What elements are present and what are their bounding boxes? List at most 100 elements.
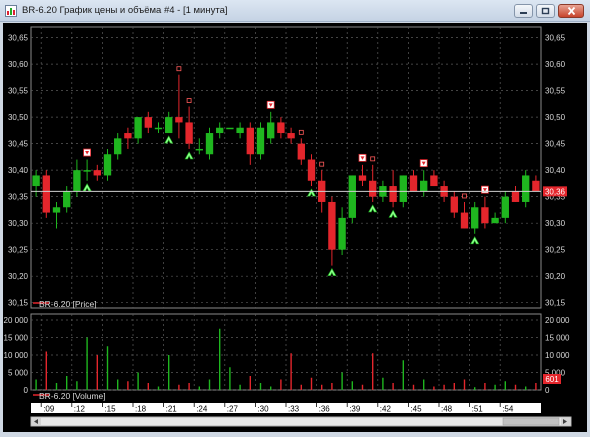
price-tick-right: 30,45	[545, 140, 566, 149]
time-tick-label: :33	[288, 405, 300, 414]
candle-body	[328, 201, 336, 250]
chart-canvas[interactable]: 30,15 30,20 30,25 30,30 30,35 30,40 30,45 30,50…	[3, 23, 587, 432]
candle-body	[511, 191, 520, 202]
candle-body	[144, 117, 152, 128]
price-pane: 30,15 30,20 30,25 30,30 30,35 30,40 30,45 30,50…	[8, 26, 567, 309]
price-legend-label: BR-6.20 [Price]	[39, 299, 97, 309]
time-tick-label: :51	[472, 405, 484, 414]
candle-body	[420, 180, 428, 192]
candle-body	[532, 180, 540, 192]
price-tick-left: 30,30	[8, 219, 29, 228]
volume-tick-left: 10 000	[4, 351, 29, 360]
candle-body	[399, 175, 407, 202]
minimize-icon	[520, 12, 527, 14]
maximize-icon	[541, 7, 550, 15]
price-axis-right: 30,1530,2030,2530,3030,3530,4030,4530,50…	[545, 34, 566, 308]
candle-body	[338, 217, 346, 250]
candle-body	[287, 133, 295, 139]
price-tick-right: 30,25	[545, 246, 566, 255]
candle-body	[32, 175, 40, 187]
candle-body	[216, 127, 224, 134]
candle-body	[358, 175, 367, 181]
candle-body	[501, 196, 509, 218]
price-tick-right: 30,60	[545, 60, 566, 69]
price-tick-left: 30,40	[8, 166, 29, 175]
candle-body	[93, 170, 101, 176]
candle-body	[103, 154, 112, 176]
time-tick-label: :27	[227, 405, 239, 414]
horizontal-scrollbar[interactable]	[30, 416, 572, 427]
volume-legend-label: BR-6.20 [Volume]	[39, 391, 106, 401]
price-tick-left: 30,35	[8, 193, 29, 202]
time-tick-label: :12	[74, 405, 86, 414]
candle-body	[491, 217, 499, 224]
time-tick-label: :30	[257, 405, 269, 414]
chart-app-icon	[5, 5, 17, 17]
candle-body	[389, 186, 397, 202]
time-tick-label: :21	[166, 405, 178, 414]
candle-body	[165, 117, 173, 134]
title-bar[interactable]: BR-6.20 График цены и объёма #4 - [1 мин…	[0, 0, 590, 22]
price-tick-left: 30,45	[8, 140, 29, 149]
price-tick-left: 30,15	[8, 299, 29, 308]
candle-body	[256, 127, 265, 155]
volume-last-label: 601	[545, 375, 559, 384]
time-tick-label: :48	[441, 405, 453, 414]
price-tick-left: 30,60	[8, 60, 29, 69]
window-title: BR-6.20 График цены и объёма #4 - [1 мин…	[22, 5, 228, 16]
price-tick-right: 30,40	[545, 166, 566, 175]
candle-body	[226, 127, 234, 130]
candle-body	[409, 175, 418, 192]
time-axis: :09:12:15:18:21:24:27:30:33:36:39:42:45:…	[31, 403, 541, 414]
price-tick-left: 30,65	[8, 34, 29, 43]
time-tick-label: :54	[502, 405, 514, 414]
volume-axis-left: 20 000 15 000 10 000 5 000 0	[4, 316, 29, 395]
volume-tick-right: 20 000	[545, 316, 570, 325]
close-icon	[567, 7, 575, 15]
current-price-label: 30,36	[545, 187, 566, 196]
candle-body	[471, 207, 479, 229]
price-tick-left: 30,25	[8, 246, 29, 255]
volume-tick-left: 15 000	[4, 334, 29, 343]
candle-body	[154, 127, 163, 130]
time-tick-label: :09	[43, 405, 55, 414]
price-tick-right: 30,55	[545, 87, 566, 96]
price-tick-right: 30,30	[545, 219, 566, 228]
candle-body	[430, 175, 438, 187]
candle-body	[481, 207, 489, 224]
candle-body	[297, 143, 305, 160]
volume-tick-right: 15 000	[545, 334, 570, 343]
price-axis-left: 30,15 30,20 30,25 30,30 30,35 30,40 30,45 30,50…	[8, 34, 29, 308]
price-tick-left: 30,50	[8, 113, 29, 122]
volume-tick-left: 5 000	[8, 369, 29, 378]
candle-body	[522, 175, 530, 202]
candle-body	[42, 175, 50, 213]
time-tick-label: :36	[319, 405, 331, 414]
candle-body	[307, 159, 316, 181]
candle-body	[63, 191, 71, 208]
candle-body	[236, 127, 244, 134]
chart-area[interactable]: 30,15 30,20 30,25 30,30 30,35 30,40 30,45 30,50…	[3, 23, 587, 432]
candle-body	[267, 122, 275, 139]
candle-body	[185, 122, 193, 144]
candle-body	[277, 122, 285, 134]
volume-pane: 20 000 15 000 10 000 5 000 0 20 000 15 000 10 …	[4, 313, 570, 401]
candle-body	[205, 133, 214, 155]
minimize-button[interactable]	[514, 4, 533, 18]
scrollbar-thumb[interactable]	[502, 417, 560, 426]
price-tick-right: 30,15	[545, 299, 566, 308]
price-tick-right: 30,50	[545, 113, 566, 122]
volume-tick-right: 0	[545, 386, 550, 395]
candle-body	[83, 170, 91, 172]
chart-window: BR-6.20 График цены и объёма #4 - [1 мин…	[0, 0, 590, 437]
candle-body	[114, 138, 122, 155]
price-tick-left: 30,20	[8, 272, 29, 281]
price-tick-right: 30,65	[545, 34, 566, 43]
candle-body	[124, 133, 132, 139]
time-tick-label: :24	[196, 405, 208, 414]
volume-tick-left: 20 000	[4, 316, 29, 325]
close-button[interactable]	[558, 4, 584, 18]
scrollbar-track[interactable]	[30, 416, 572, 427]
maximize-button[interactable]	[536, 4, 555, 18]
volume-tick-left: 0	[24, 386, 29, 395]
